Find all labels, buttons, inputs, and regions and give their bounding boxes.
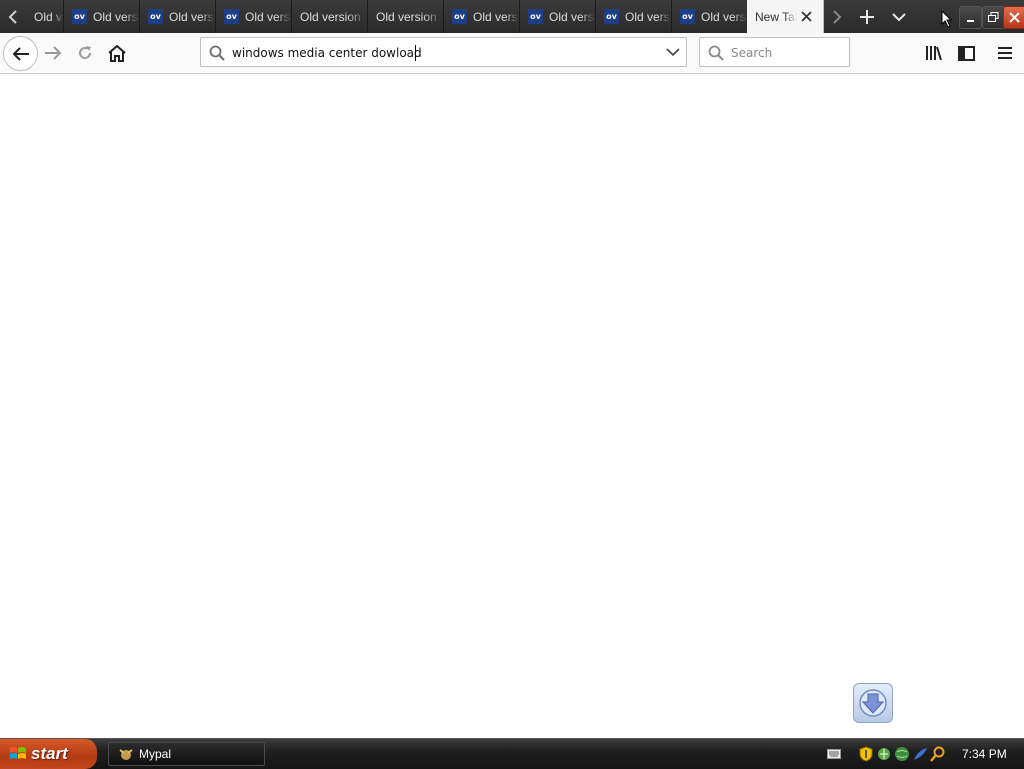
restore-icon [988, 12, 999, 22]
tab-new-tab[interactable]: New Tab [747, 0, 824, 33]
tab-label: Old version [473, 9, 519, 24]
tab-old-version[interactable]: Old version [26, 0, 64, 33]
site-favicon-icon: ov [224, 9, 239, 24]
plus-icon [860, 9, 874, 24]
hamburger-menu-button[interactable] [992, 40, 1018, 66]
new-tab-button[interactable] [852, 0, 882, 33]
chevron-right-icon [833, 9, 842, 24]
close-icon [800, 11, 812, 22]
tab-old-version[interactable]: Old version [292, 0, 368, 33]
arrow-right-icon [45, 46, 62, 60]
globe-icon[interactable] [894, 746, 910, 762]
tab-label: Old version [300, 9, 361, 24]
tab-scroll-right-button[interactable] [824, 0, 850, 33]
restore-button[interactable] [982, 6, 1005, 29]
tab-old-version[interactable]: ov Old version [672, 0, 748, 33]
tab-label: Old version [549, 9, 595, 24]
library-button[interactable] [921, 40, 947, 66]
start-button[interactable]: start [0, 739, 97, 769]
reload-icon [79, 46, 92, 59]
close-icon [1009, 12, 1020, 23]
back-button[interactable] [3, 36, 38, 71]
home-icon [108, 44, 126, 62]
tab-label: New Tab [755, 9, 797, 24]
feather-icon[interactable] [912, 746, 928, 762]
navigation-toolbar [0, 33, 1024, 74]
chevron-down-icon [892, 12, 906, 21]
text-caret [415, 45, 416, 61]
site-favicon-icon: ov [528, 9, 543, 24]
sidebar-icon [957, 45, 975, 61]
tab-label: Old version [169, 9, 215, 24]
tab-scroll-left-button[interactable] [0, 0, 26, 33]
network-icon[interactable] [876, 746, 892, 762]
magnifier-icon[interactable] [930, 746, 946, 762]
site-favicon-icon: ov [604, 9, 619, 24]
site-favicon-icon: ov [148, 9, 163, 24]
page-content [0, 74, 1024, 738]
all-tabs-button[interactable] [884, 0, 914, 33]
minimize-button[interactable] [959, 6, 982, 29]
tab-old-version[interactable]: ov Old version [596, 0, 672, 33]
reload-button[interactable] [72, 40, 98, 66]
windows-logo-icon [10, 747, 26, 759]
taskbar: start Mypal 7:34 PM [0, 738, 1024, 769]
tab-old-version[interactable]: ov Old version [444, 0, 520, 33]
tab-strip: Old version ov Old version ov Old version ov O… [0, 0, 1024, 33]
system-tray: 7:34 PM [826, 739, 1024, 769]
download-arrow-icon [859, 689, 887, 717]
keyboard-icon[interactable] [826, 746, 842, 762]
search-bar[interactable] [699, 37, 850, 67]
chevron-down-icon[interactable] [666, 45, 680, 59]
hamburger-icon [998, 47, 1012, 59]
taskbar-item-mypal[interactable]: Mypal [108, 742, 265, 766]
tab-old-version[interactable]: ov Old version [64, 0, 140, 33]
site-favicon-icon: ov [680, 9, 695, 24]
close-window-button[interactable] [1003, 6, 1024, 29]
arrow-left-icon [12, 46, 29, 61]
tab-old-version[interactable]: ov Old version [520, 0, 596, 33]
tab-label: Old version [701, 9, 747, 24]
tab-label: Old version [34, 9, 63, 24]
search-icon [708, 45, 724, 61]
tab-old-version[interactable]: ov Old version [216, 0, 292, 33]
tab-label: Old version [376, 9, 437, 24]
minimize-icon [966, 19, 974, 22]
tab-old-version[interactable]: Old version [368, 0, 444, 33]
clock: 7:34 PM [962, 747, 1007, 761]
search-icon [209, 45, 225, 61]
start-label: start [31, 744, 68, 763]
taskbar-item-label: Mypal [139, 747, 172, 761]
chevron-left-icon [8, 9, 17, 24]
search-input[interactable] [731, 44, 841, 62]
url-input[interactable] [232, 44, 652, 62]
window-controls [934, 0, 1024, 33]
tab-label: Old version [625, 9, 671, 24]
sidebar-button[interactable] [953, 40, 979, 66]
library-icon [926, 46, 942, 61]
url-bar[interactable] [200, 37, 687, 67]
tab-label: Old version [93, 9, 139, 24]
site-favicon-icon: ov [452, 9, 467, 24]
mypal-icon [119, 749, 133, 760]
download-helper-button[interactable] [853, 683, 893, 723]
close-tab-button[interactable] [797, 8, 815, 26]
home-button[interactable] [104, 40, 130, 66]
shield-icon[interactable] [858, 746, 874, 762]
site-favicon-icon: ov [72, 9, 87, 24]
tab-old-version[interactable]: ov Old version [140, 0, 216, 33]
forward-button[interactable] [40, 40, 66, 66]
tab-label: Old version [245, 9, 291, 24]
